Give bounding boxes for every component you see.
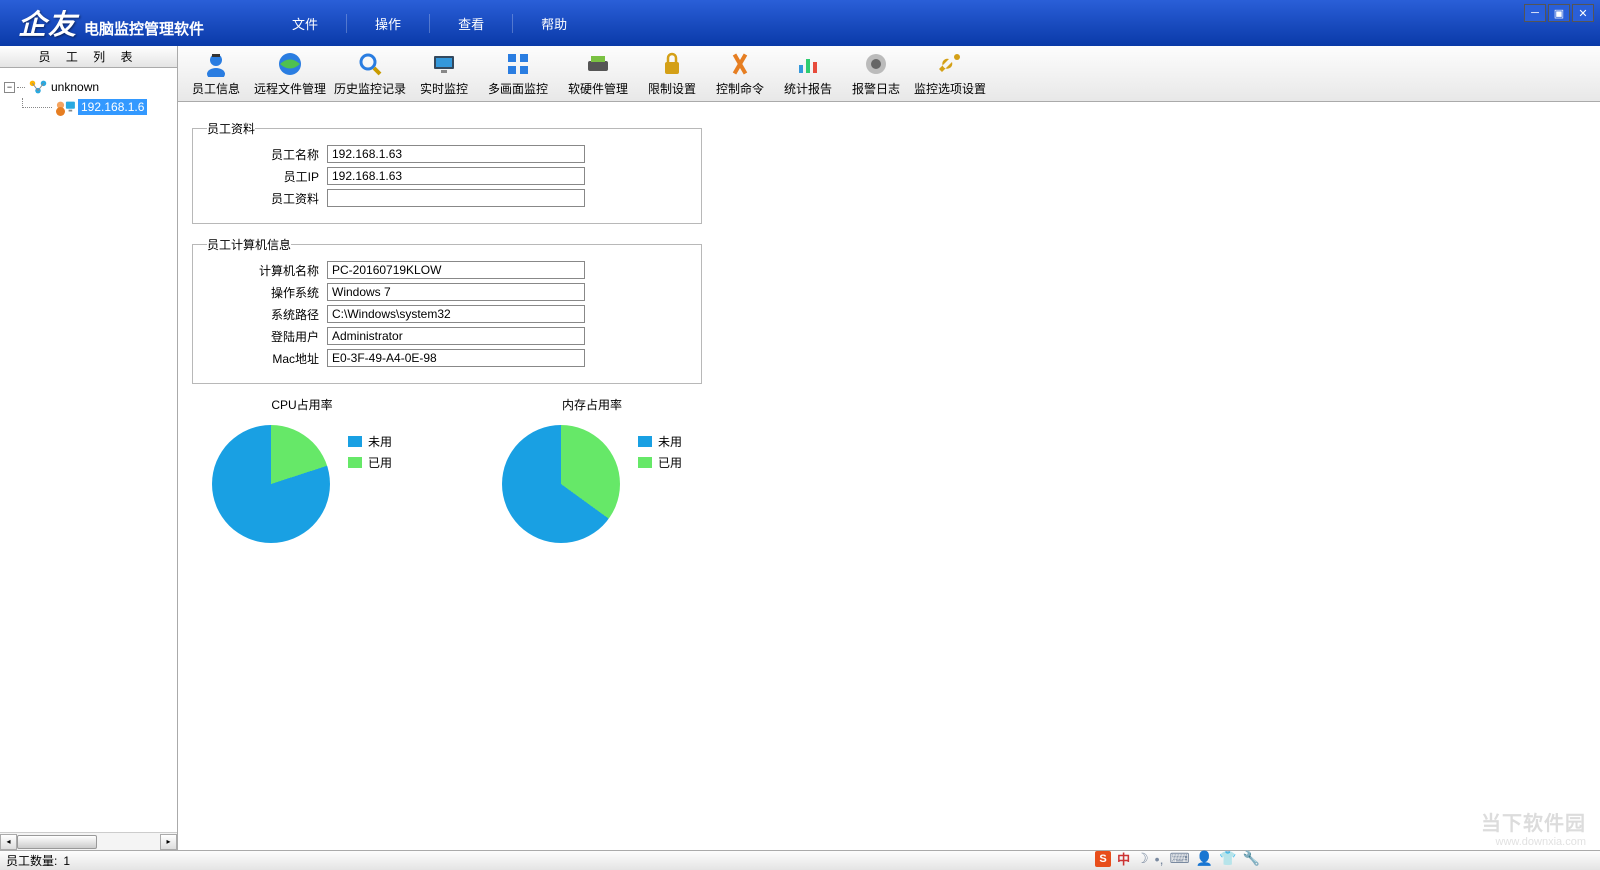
status-bar: 员工数量: 1: [0, 850, 1600, 870]
chart-cpu: CPU占用率 未用 已用: [212, 396, 392, 543]
cpu-pie: [212, 425, 330, 543]
close-button[interactable]: ✕: [1572, 4, 1594, 22]
menu-action[interactable]: 操作: [347, 14, 430, 33]
bell-icon: [862, 50, 890, 78]
input-user[interactable]: [327, 327, 585, 345]
wrench-icon: [936, 50, 964, 78]
tree-collapse-icon[interactable]: −: [4, 82, 15, 93]
monitor-icon: [430, 50, 458, 78]
swatch-unused-icon: [638, 436, 652, 447]
maximize-button[interactable]: ▣: [1548, 4, 1570, 22]
logo-text: 企友: [18, 3, 78, 43]
sidebar-title: 员 工 列 表: [0, 46, 177, 68]
input-os[interactable]: [327, 283, 585, 301]
logo-subtitle: 电脑监控管理软件: [84, 18, 204, 39]
input-employee-ip[interactable]: [327, 167, 585, 185]
status-count: 1: [63, 854, 70, 868]
tb-history[interactable]: 历史监控记录: [330, 46, 410, 101]
tb-control[interactable]: 控制命令: [706, 46, 774, 101]
watermark: 当下软件园 www.downxia.com: [1481, 807, 1586, 848]
employee-tree[interactable]: − unknown 192.168.1.6: [0, 68, 177, 832]
menu-file[interactable]: 文件: [264, 14, 347, 33]
sidebar-scrollbar[interactable]: ◂ ▸: [0, 832, 177, 850]
lock-icon: [658, 50, 686, 78]
ime-punct-icon[interactable]: •,: [1155, 851, 1164, 867]
tb-remote-files[interactable]: 远程文件管理: [250, 46, 330, 101]
mem-chart-title: 内存占用率: [562, 396, 622, 413]
swatch-unused-icon: [348, 436, 362, 447]
user-monitor-icon: [54, 98, 76, 116]
tb-hwsoft[interactable]: 软硬件管理: [558, 46, 638, 101]
tree-root-label: unknown: [51, 80, 99, 94]
group-employee-info: 员工资料 员工名称 员工IP 员工资料: [192, 120, 702, 224]
menu-view[interactable]: 查看: [430, 14, 513, 33]
ime-person-icon[interactable]: 👤: [1196, 850, 1213, 867]
window-controls: ─ ▣ ✕: [1524, 4, 1594, 22]
tb-settings[interactable]: 监控选项设置: [910, 46, 990, 101]
ime-keyboard-icon[interactable]: ⌨: [1169, 850, 1189, 867]
ime-lang[interactable]: 中: [1117, 849, 1130, 868]
swatch-used-icon: [348, 457, 362, 468]
tree-child-label: 192.168.1.6: [78, 99, 147, 115]
ime-skin-icon[interactable]: 👕: [1219, 850, 1236, 867]
tools-icon: [726, 50, 754, 78]
input-employee-data[interactable]: [327, 189, 585, 207]
cpu-chart-title: CPU占用率: [271, 396, 332, 413]
ime-indicator[interactable]: S 中 ☽ •, ⌨ 👤 👕 🔧: [1095, 849, 1260, 868]
group2-legend: 员工计算机信息: [207, 236, 291, 253]
tb-report[interactable]: 统计报告: [774, 46, 842, 101]
tree-root-row[interactable]: − unknown: [4, 78, 173, 96]
scanner-icon: [584, 50, 612, 78]
magnifier-icon: [356, 50, 384, 78]
input-employee-name[interactable]: [327, 145, 585, 163]
row-info: 员工资料: [207, 189, 687, 207]
main-menu: 文件 操作 查看 帮助: [264, 14, 595, 33]
chart-mem: 内存占用率 未用 已用: [502, 396, 682, 543]
cpu-legend: 未用 已用: [348, 425, 392, 475]
app-logo: 企友 电脑监控管理软件: [0, 3, 204, 43]
scroll-right-icon[interactable]: ▸: [160, 834, 177, 850]
toolbar: 员工信息 远程文件管理 历史监控记录 实时监控 多画面监控 软硬件管理 限制设置…: [178, 46, 1600, 102]
tb-alarm[interactable]: 报警日志: [842, 46, 910, 101]
sidebar: 员 工 列 表 − unknown 192.168.1.6 ◂ ▸: [0, 46, 178, 850]
status-label: 员工数量:: [6, 852, 57, 869]
title-bar: 企友 电脑监控管理软件 文件 操作 查看 帮助 ─ ▣ ✕: [0, 0, 1600, 46]
chart-icon: [794, 50, 822, 78]
group-computer-info: 员工计算机信息 计算机名称 操作系统 系统路径 登陆用户 Mac地址: [192, 236, 702, 384]
grid-icon: [504, 50, 532, 78]
input-syspath[interactable]: [327, 305, 585, 323]
input-computer-name[interactable]: [327, 261, 585, 279]
person-icon: [202, 50, 230, 78]
minimize-button[interactable]: ─: [1524, 4, 1546, 22]
tree-child-row[interactable]: 192.168.1.6: [22, 98, 173, 116]
scroll-left-icon[interactable]: ◂: [0, 834, 17, 850]
scroll-thumb[interactable]: [17, 835, 97, 849]
tb-employee-info[interactable]: 员工信息: [182, 46, 250, 101]
mem-legend: 未用 已用: [638, 425, 682, 475]
ime-sogou-icon[interactable]: S: [1095, 851, 1111, 867]
main-area: 员工信息 远程文件管理 历史监控记录 实时监控 多画面监控 软硬件管理 限制设置…: [178, 46, 1600, 850]
group1-legend: 员工资料: [207, 120, 255, 137]
tb-restrict[interactable]: 限制设置: [638, 46, 706, 101]
tb-multiview[interactable]: 多画面监控: [478, 46, 558, 101]
row-ip: 员工IP: [207, 167, 687, 185]
tb-realtime[interactable]: 实时监控: [410, 46, 478, 101]
charts-area: CPU占用率 未用 已用 内存占用率 未用: [212, 396, 1586, 543]
swatch-used-icon: [638, 457, 652, 468]
globe-icon: [276, 50, 304, 78]
ime-moon-icon[interactable]: ☽: [1136, 850, 1149, 867]
network-icon: [27, 78, 49, 96]
mem-pie: [502, 425, 620, 543]
row-name: 员工名称: [207, 145, 687, 163]
input-mac[interactable]: [327, 349, 585, 367]
ime-wrench-icon[interactable]: 🔧: [1243, 850, 1260, 867]
content-panel: 员工资料 员工名称 员工IP 员工资料 员工计算机信息 计算机名称 操作系统 系…: [178, 102, 1600, 850]
menu-help[interactable]: 帮助: [513, 14, 595, 33]
